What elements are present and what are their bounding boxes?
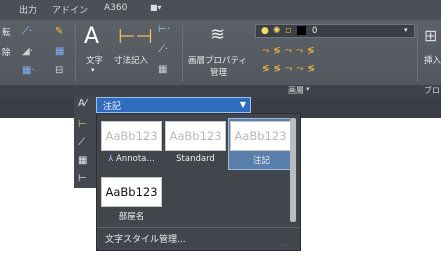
tab-output[interactable]: 出力 — [19, 3, 37, 16]
multileader-style-icon[interactable]: ⟋ — [78, 138, 85, 148]
left-edge-label: 転 — [2, 28, 11, 38]
insert-label[interactable]: 挿入 — [424, 54, 441, 66]
gallery-scrollbar-thumb[interactable] — [290, 118, 296, 222]
manage-text-styles-link[interactable]: 文字スタイル管理... — [105, 232, 186, 245]
gallery-item-room-name[interactable]: AaBb123 部屋名 — [99, 174, 164, 226]
ribbon-tab-bar: 出力 アドイン A360 ■▾ — [0, 0, 441, 20]
sun-icon: ✺ — [273, 26, 281, 36]
array-icon[interactable]: ▦ — [55, 47, 64, 57]
style-caption: 注記 — [252, 156, 270, 166]
lightbulb-icon: ● — [261, 26, 269, 36]
color-swatch — [297, 26, 306, 35]
style-preview: AaBb123 — [165, 121, 226, 151]
separator — [182, 24, 183, 82]
layer-tools-row-1[interactable]: ⤳≶⤳⤳≶ — [262, 46, 319, 56]
chevron-down-icon[interactable]: ▾ — [91, 66, 95, 74]
annotative-icon: ⅄ — [108, 154, 117, 164]
grid-icon[interactable]: ▦· — [22, 66, 35, 76]
tab-addins[interactable]: アドイン — [52, 3, 88, 16]
resize-grip-icon[interactable]: ⋯ — [281, 242, 297, 250]
style-preview: AaBb123 — [230, 121, 291, 151]
left-edge-label-2: 除 — [2, 48, 11, 58]
layer-tools-row-2[interactable]: ≶≶⤳⤳≶ — [262, 64, 319, 74]
dimension-style-icon[interactable]: ⊢ — [78, 120, 87, 130]
lock-icon: ▫ — [285, 26, 292, 36]
current-layer-name: 0 — [312, 26, 318, 36]
layer-properties-icon[interactable]: ≋ — [210, 26, 225, 44]
divider — [97, 227, 300, 228]
layers-panel-title[interactable]: 画層 — [288, 85, 304, 96]
pencil-icon[interactable]: ✎ — [55, 27, 63, 37]
text-button-label[interactable]: 文字 — [86, 54, 103, 66]
dimension-icon[interactable]: ⊢⊣ — [118, 26, 153, 46]
fillet-icon[interactable]: ◢· — [22, 47, 33, 57]
multileader-icon[interactable]: ⟋· — [158, 45, 168, 55]
style-caption: 部屋名 — [118, 212, 145, 222]
insert-block-icon[interactable]: ⊞ — [424, 28, 437, 44]
block-panel-title[interactable]: ブロ — [424, 85, 440, 96]
style-caption: Standard — [176, 154, 215, 164]
layer-dropdown[interactable]: ● ✺ ▫ 0 ▾ — [255, 24, 415, 38]
video-icon[interactable]: ■▾ — [150, 3, 162, 12]
style-caption: ⅄ Annota… — [108, 154, 155, 164]
text-style-combo[interactable]: 注記 ▼ — [96, 97, 251, 113]
dimension-button-label[interactable]: 寸法記入 — [114, 54, 148, 66]
table-icon[interactable]: ▦ — [158, 65, 167, 75]
layer-properties-label[interactable]: 画層プロパティ — [188, 54, 247, 66]
text-style-icon[interactable]: A⁄ — [78, 99, 87, 109]
style-preview: AaBb123 — [101, 177, 162, 207]
chevron-down-icon: ▾ — [404, 26, 408, 34]
layer-properties-label-2[interactable]: 管理 — [210, 66, 227, 78]
leader-icon[interactable]: ⊢· — [158, 25, 170, 35]
gallery-item-standard[interactable]: AaBb123 Standard — [163, 118, 228, 170]
style-preview: AaBb123 — [101, 121, 162, 151]
table-style-icon[interactable]: ▦ — [78, 156, 87, 166]
leader-style-icon[interactable]: ⊢ — [78, 174, 87, 184]
chevron-down-icon[interactable]: ▾ — [306, 85, 310, 93]
text-icon[interactable]: A — [84, 26, 99, 48]
chevron-down-icon[interactable]: ▼ — [240, 100, 246, 109]
separator — [417, 24, 418, 82]
line-icon[interactable]: ⟋· — [22, 27, 32, 37]
text-style-combo-value: 注記 — [103, 102, 122, 112]
annotation-tool-strip: A⁄ ⊢ ⟋ ▦ ⊢ — [74, 96, 96, 188]
gallery-item-selected[interactable]: AaBb123 注記 — [228, 118, 293, 170]
text-style-gallery: AaBb123 ⅄ Annota… AaBb123 Standard AaBb1… — [96, 113, 301, 251]
separator — [75, 24, 76, 82]
tab-a360[interactable]: A360 — [104, 3, 127, 13]
gallery-item-annotative[interactable]: AaBb123 ⅄ Annota… — [99, 118, 164, 170]
stretch-icon[interactable]: ⊟ — [55, 66, 63, 76]
ribbon-panel: 転 除 ⟋· ✎ ◢· ▦ ▦· ⊟ A 文字 ▾ ⊢⊣ 寸法記入 ⊢· ⟋· … — [0, 20, 441, 85]
